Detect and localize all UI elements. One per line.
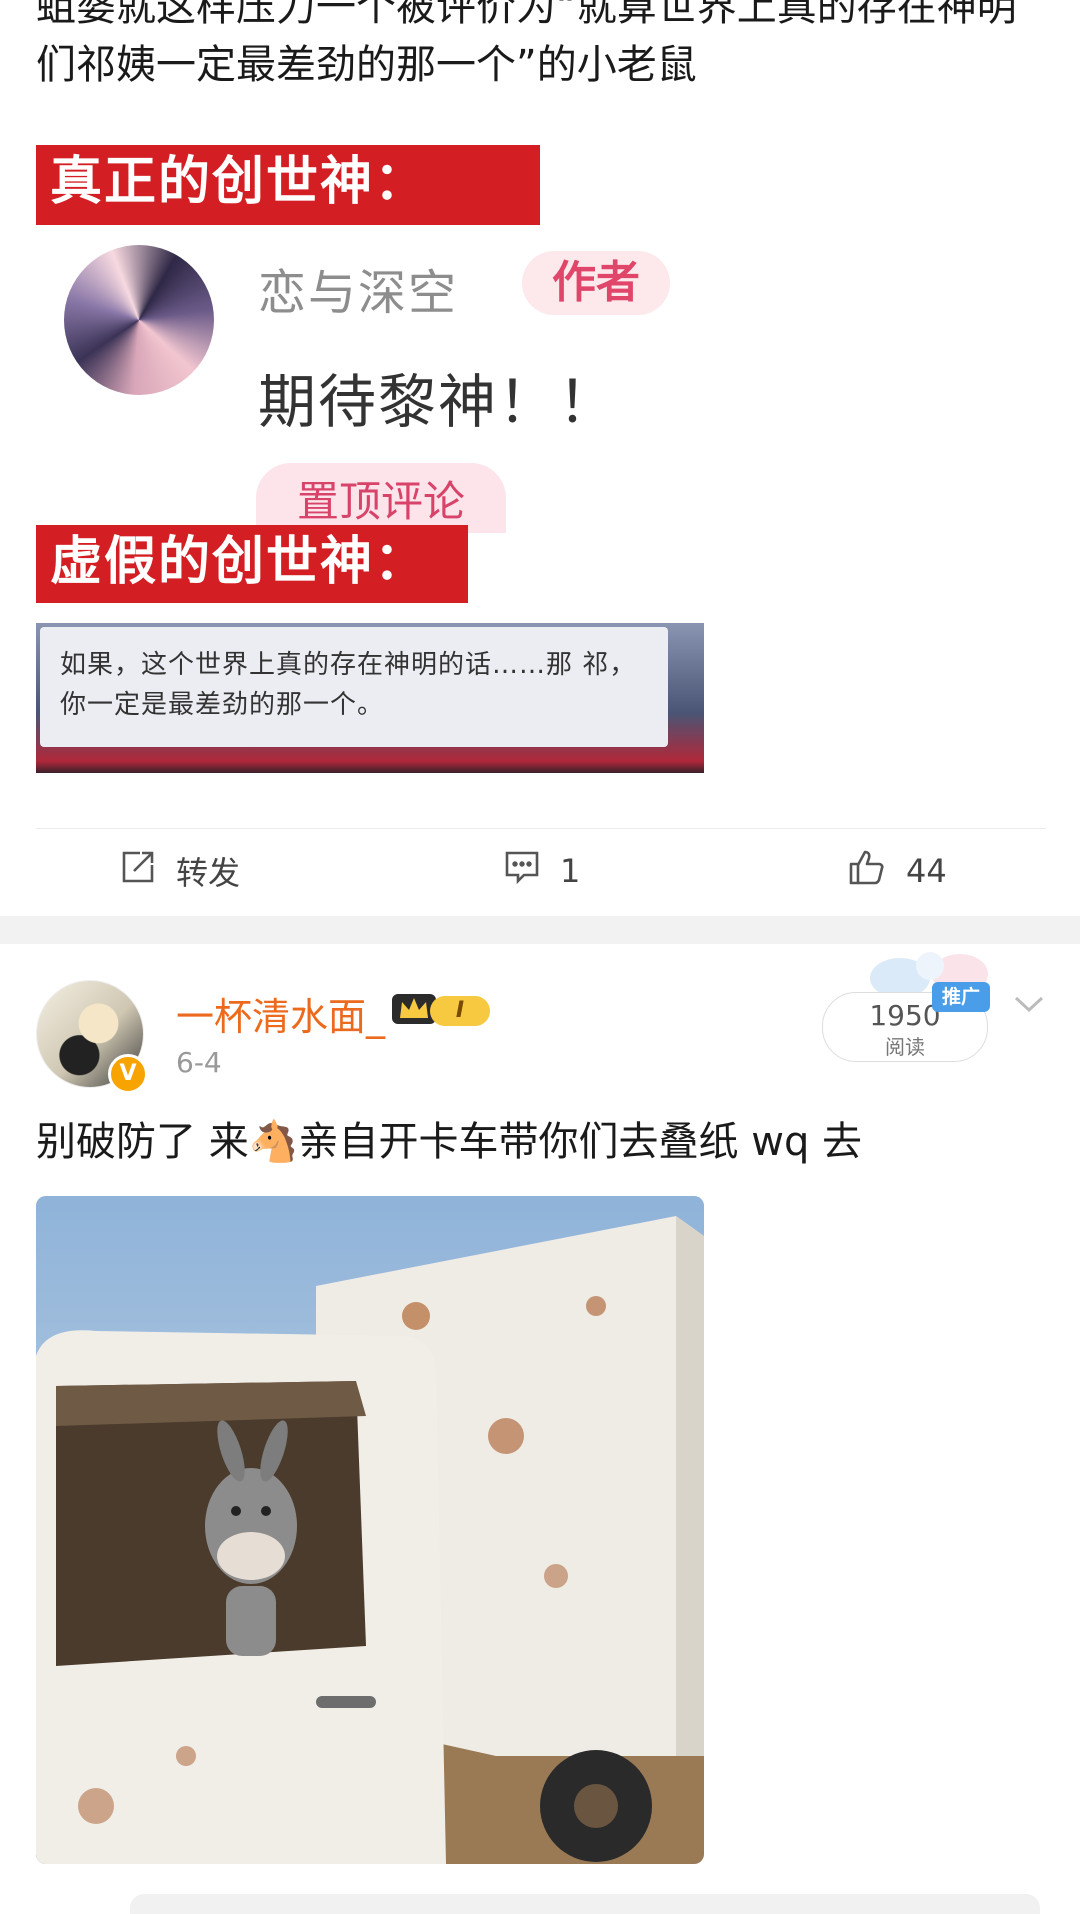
truck-donkey-image[interactable]: [36, 1196, 704, 1864]
comment-button[interactable]: 1: [504, 848, 580, 894]
read-label: 阅读: [885, 1035, 925, 1059]
meme-comment-author: 恋与深空: [258, 265, 459, 321]
post2-text: 别破防了 来🐴亲自开卡车带你们去叠纸 wq 去: [36, 1119, 863, 1165]
dialog-text: 如果，这个世界上真的存在神明的话……那 祁，你一定是最差劲的那一个。: [60, 650, 637, 720]
verified-badge: V: [108, 1054, 148, 1094]
post1-image[interactable]: 真正的创世神： 恋与深空 作者 期待黎神！！ 置顶评论 虚假的创世神： 如果，这…: [36, 145, 704, 773]
chevron-down-icon[interactable]: [1012, 992, 1046, 1020]
post1-text: 蛆婆就这样压力一个被评价为“就算世界上真的存在神明 们祁姨一定最差劲的那一个”的…: [36, 0, 1017, 88]
author-tag: 作者: [522, 251, 670, 315]
like-count: 44: [906, 852, 947, 890]
like-button[interactable]: 44: [848, 848, 947, 894]
game-screenshot: 如果，这个世界上真的存在神明的话……那 祁，你一定是最差劲的那一个。: [36, 623, 704, 773]
pinned-comment-label: 置顶评论: [256, 463, 506, 533]
comment-icon: [504, 849, 540, 893]
meme-comment-text: 期待黎神！！: [258, 368, 619, 436]
banner-real-creator: 真正的创世神：: [36, 145, 540, 225]
divider: [36, 828, 1046, 829]
dialog-box: 如果，这个世界上真的存在神明的话……那 祁，你一定是最差劲的那一个。: [40, 627, 668, 747]
thumbs-up-icon: [848, 848, 886, 894]
member-level-badge: I: [430, 996, 490, 1026]
promote-badge[interactable]: 推广: [932, 982, 990, 1012]
repost-label: 转发: [176, 854, 241, 892]
feed-separator: [0, 916, 1080, 944]
banner-fake-creator: 虚假的创世神：: [36, 525, 468, 603]
next-card-edge: [130, 1894, 1040, 1914]
post-time: 6-4: [176, 1046, 222, 1079]
comment-count: 1: [560, 852, 581, 890]
repost-button[interactable]: 转发: [120, 848, 240, 894]
username[interactable]: 一杯清水面_: [176, 986, 385, 1041]
repost-icon: [120, 849, 156, 893]
blurred-avatar: [64, 245, 214, 395]
